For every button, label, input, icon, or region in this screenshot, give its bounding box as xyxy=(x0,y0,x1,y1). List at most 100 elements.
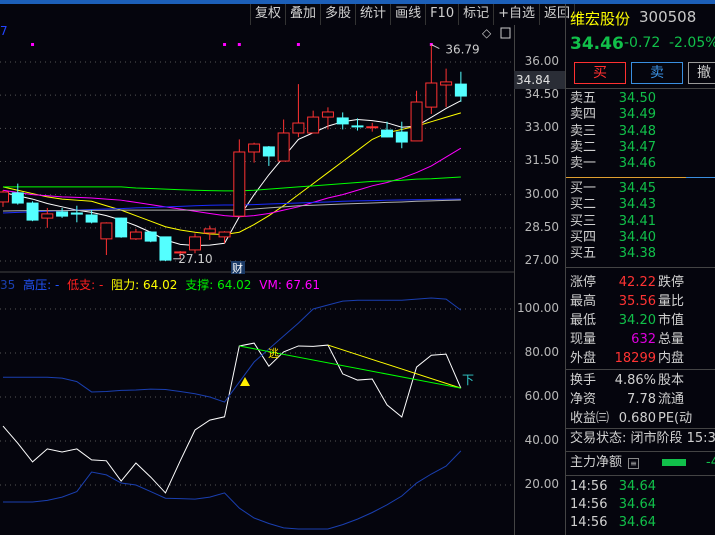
list-icon[interactable]: ≡ xyxy=(628,458,639,469)
indicator-axis-label: 40.00 xyxy=(524,433,559,447)
price-change: -0.72 xyxy=(624,35,661,51)
moving-average-line-2 xyxy=(2,147,462,218)
divider xyxy=(566,369,715,370)
candle-up[interactable] xyxy=(203,228,216,234)
stat-row: 涨停 42.22 跌停 xyxy=(566,274,715,292)
finance-badge[interactable]: 财 xyxy=(232,261,243,275)
candle-down[interactable] xyxy=(454,83,467,97)
fundamental-row: 收益㈢ 0.680 PE(动 xyxy=(566,410,715,428)
fundamental-row-label: 收益㈢ xyxy=(570,411,610,426)
buy-button[interactable]: 买 xyxy=(574,62,626,84)
indicator-header: 35 高压: - 低支: - 阻力: 64.02 支撑: 64.02 VM: 6… xyxy=(0,276,324,293)
ask-row: 卖一 34.46 xyxy=(566,155,715,173)
high-marker-arrow xyxy=(431,44,440,49)
candle-down[interactable] xyxy=(336,117,349,125)
ask-row-value: 34.46 xyxy=(618,156,656,172)
stat-row: 最高 35.56 量比 xyxy=(566,293,715,311)
bid-row: 买四 34.40 xyxy=(566,229,715,247)
fundamental-row-label: 换手 xyxy=(570,373,597,388)
ma-label-fragment: 7 xyxy=(0,24,8,38)
candle-up[interactable] xyxy=(41,213,54,219)
fundamental-right-label: 股本 xyxy=(658,373,685,388)
indicator-resistance: 阻力: 64.02 xyxy=(111,278,178,292)
stat-right-label: 市值 xyxy=(658,313,685,328)
candle-down[interactable] xyxy=(70,212,83,215)
candle-up[interactable] xyxy=(248,143,261,153)
fundamental-row: 净资 7.78 流通 xyxy=(566,391,715,409)
candle-up[interactable] xyxy=(129,231,142,240)
main-flow-label: 主力净额 xyxy=(570,455,623,470)
candle-down[interactable] xyxy=(56,211,69,217)
candle-down[interactable] xyxy=(381,129,394,138)
signal-dot xyxy=(296,43,300,46)
fundamental-row: 换手 4.86% 股本 xyxy=(566,372,715,390)
candle-down[interactable] xyxy=(395,131,408,143)
stat-row: 最低 34.20 市值 xyxy=(566,312,715,330)
stat-right-label: 内盘 xyxy=(658,351,685,366)
stock-code: 300508 xyxy=(639,8,697,26)
bid-row: 买二 34.43 xyxy=(566,196,715,214)
indicator-upper-band xyxy=(3,297,462,403)
fundamental-right-label: 流通 xyxy=(658,392,685,407)
ask-row: 卖二 34.47 xyxy=(566,139,715,157)
candle-up[interactable] xyxy=(218,231,231,238)
candle-up[interactable] xyxy=(277,132,290,162)
ask-row-label: 卖一 xyxy=(570,156,597,172)
tick-row-label: 14:56 xyxy=(570,479,608,494)
candle-up[interactable] xyxy=(0,191,9,203)
candle-down[interactable] xyxy=(11,192,24,204)
candle-down[interactable] xyxy=(144,231,157,242)
tick-row-label: 14:56 xyxy=(570,515,608,530)
candle-down[interactable] xyxy=(159,236,172,261)
candle-down[interactable] xyxy=(26,202,39,221)
last-price: 34.46 xyxy=(570,34,624,54)
candle-up[interactable] xyxy=(366,126,379,129)
panel-toggle-icon[interactable] xyxy=(500,27,511,39)
fundamental-right-label: PE(动 xyxy=(658,411,693,426)
ask-row: 卖三 34.48 xyxy=(566,123,715,141)
bid-row: 买三 34.41 xyxy=(566,213,715,231)
candle-up[interactable] xyxy=(100,222,113,240)
divider xyxy=(566,267,715,268)
stat-row-value: 42.22 xyxy=(618,275,656,290)
stat-row-label: 最高 xyxy=(570,294,597,309)
candle-down[interactable] xyxy=(85,214,98,223)
signal-dot xyxy=(223,43,227,46)
candle-up[interactable] xyxy=(321,111,334,118)
tick-row: 14:56 34.64 xyxy=(566,496,715,514)
candle-up[interactable] xyxy=(233,151,246,217)
price-axis-label: 34.50 xyxy=(524,87,559,102)
diamond-icon[interactable]: ◇ xyxy=(482,26,492,40)
bid-row-label: 买四 xyxy=(570,229,597,245)
ask-row-value: 34.47 xyxy=(618,139,656,155)
candle-up[interactable] xyxy=(440,81,453,86)
stat-row: 现量 632 总量 xyxy=(566,331,715,349)
sell-button[interactable]: 卖 xyxy=(631,62,683,84)
kline-chart[interactable]: ◇ 7 36.79 27.10 财逃下 xyxy=(0,0,514,535)
fundamental-row-value: 0.680 xyxy=(618,411,656,426)
cancel-order-button[interactable]: 撤 xyxy=(688,62,715,84)
bid-row-label: 买三 xyxy=(570,213,597,229)
candle-down[interactable] xyxy=(115,217,128,238)
indicator-axis-label: 80.00 xyxy=(524,345,559,359)
high-price-marker: 36.79 xyxy=(445,43,479,57)
candle-up[interactable] xyxy=(425,82,438,108)
indicator-support: 支撑: 64.02 xyxy=(185,278,252,292)
indicator-axis-label: 20.00 xyxy=(524,477,559,491)
stat-right-label: 量比 xyxy=(658,294,685,309)
candle-up[interactable] xyxy=(410,101,423,142)
signal-dot xyxy=(31,43,35,46)
candle-up[interactable] xyxy=(189,236,202,251)
candle-up[interactable] xyxy=(292,122,305,134)
ask-row-value: 34.49 xyxy=(618,107,656,123)
ask-row-label: 卖三 xyxy=(570,123,597,139)
ask-row: 卖四 34.49 xyxy=(566,106,715,124)
candle-up[interactable] xyxy=(307,116,320,134)
candle-down[interactable] xyxy=(262,146,275,157)
main-flow-value: -4 xyxy=(706,455,715,470)
stat-row-value: 18299 xyxy=(614,351,656,366)
divider xyxy=(566,428,715,429)
bid-row-value: 34.45 xyxy=(618,181,656,196)
price-axis-label: 28.50 xyxy=(524,219,559,234)
candle-down[interactable] xyxy=(351,125,364,128)
